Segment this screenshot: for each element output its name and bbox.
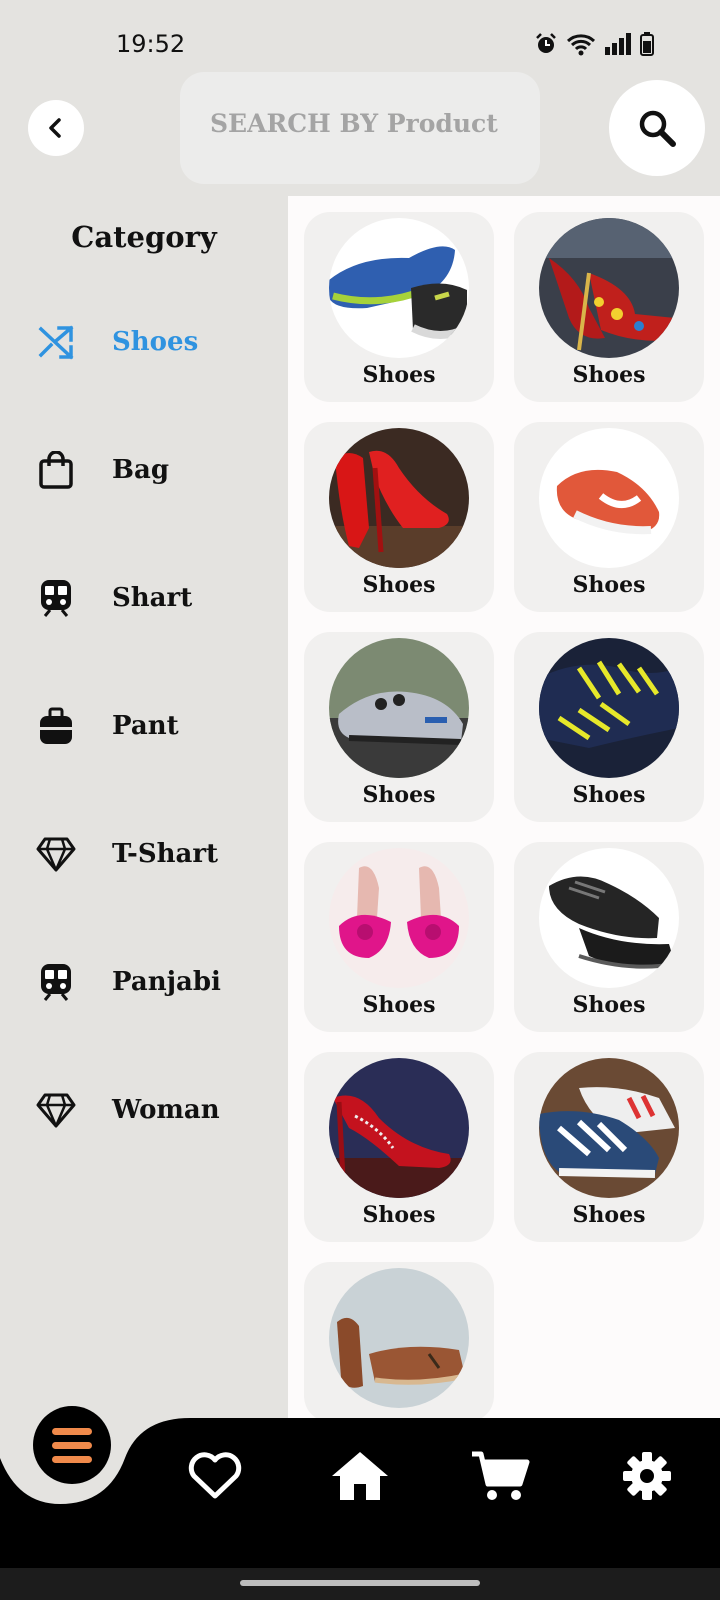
product-label: Shoes [362,362,436,388]
product-label: Shoes [362,782,436,808]
product-label: Shoes [572,782,646,808]
battery-icon [640,32,654,56]
product-image [329,1268,469,1408]
product-card[interactable]: Shoes [304,842,494,1032]
sidebar-item-label: T-Shart [112,839,219,869]
sidebar-item-pant[interactable]: Pant [36,702,179,750]
home-button[interactable] [330,1448,390,1504]
product-card[interactable]: Shoes [514,1052,704,1242]
product-card[interactable]: Shoes [304,212,494,402]
train-icon [36,578,76,618]
wifi-icon [566,34,596,56]
product-image [539,218,679,358]
product-label: Shoes [572,572,646,598]
sidebar-item-label: Shoes [112,327,199,357]
sidebar-item-panjabi[interactable]: Panjabi [36,958,221,1006]
product-card[interactable] [304,1262,494,1418]
product-label: Shoes [572,362,646,388]
product-card[interactable]: Shoes [514,212,704,402]
gesture-handle[interactable] [240,1580,480,1586]
product-image [329,1058,469,1198]
chevron-left-icon [49,118,61,138]
settings-button[interactable] [617,1448,677,1504]
product-card[interactable]: Shoes [514,422,704,612]
search-button[interactable] [609,80,705,176]
product-image [329,428,469,568]
menu-button[interactable] [33,1406,111,1484]
product-label: Shoes [572,1202,646,1228]
product-label: Shoes [572,992,646,1018]
product-image [329,848,469,988]
product-label: Shoes [362,992,436,1018]
sidebar-item-label: Bag [112,455,170,485]
diamond-icon [36,1090,76,1130]
category-sidebar: Category Shoes Bag Shart Pant T-Shart Pa… [0,196,288,1418]
product-grid: Shoes Shoes Shoes Shoes Shoes Shoes Shoe… [288,196,720,1418]
train-icon [36,962,76,1002]
product-label: Shoes [362,1202,436,1228]
product-card[interactable]: Shoes [304,422,494,612]
sidebar-item-woman[interactable]: Woman [36,1086,220,1134]
sidebar-title: Category [71,220,217,254]
shuffle-icon [36,322,76,362]
alarm-icon [536,33,556,53]
search-icon [639,110,676,147]
product-card[interactable]: Shoes [514,842,704,1032]
home-icon [332,1452,388,1500]
menu-icon [52,1427,92,1435]
product-image [329,638,469,778]
sidebar-item-label: Pant [112,711,179,741]
sidebar-item-label: Panjabi [112,967,221,997]
product-image [539,638,679,778]
diamond-icon [36,834,76,874]
search-input[interactable] [208,108,512,139]
top-bar [0,70,720,196]
shopping-bag-icon [36,450,76,490]
signal-icon [605,33,631,55]
back-button[interactable] [28,100,84,156]
product-card[interactable]: Shoes [304,1052,494,1242]
status-time: 19:52 [116,30,186,58]
product-image [329,218,469,358]
product-label: Shoes [362,572,436,598]
product-image [539,1058,679,1198]
search-field-container [180,72,540,184]
product-card[interactable]: Shoes [514,632,704,822]
sidebar-item-label: Shart [112,583,193,613]
status-bar: 19:52 [0,0,720,70]
sidebar-item-shoes[interactable]: Shoes [36,318,198,366]
cart-button[interactable] [470,1448,530,1504]
sidebar-item-bag[interactable]: Bag [36,446,169,494]
cart-icon [472,1451,530,1500]
sidebar-item-t-shart[interactable]: T-Shart [36,830,218,878]
system-gesture-area [0,1568,720,1600]
product-image [539,428,679,568]
luggage-icon [36,706,76,746]
product-card[interactable]: Shoes [304,632,494,822]
favorites-button[interactable] [185,1448,245,1504]
product-image [539,848,679,988]
sidebar-item-label: Woman [112,1095,220,1125]
settings-icon [623,1452,671,1500]
heart-icon [188,1452,242,1499]
bottom-navigation [0,1406,720,1568]
sidebar-item-shart[interactable]: Shart [36,574,192,622]
